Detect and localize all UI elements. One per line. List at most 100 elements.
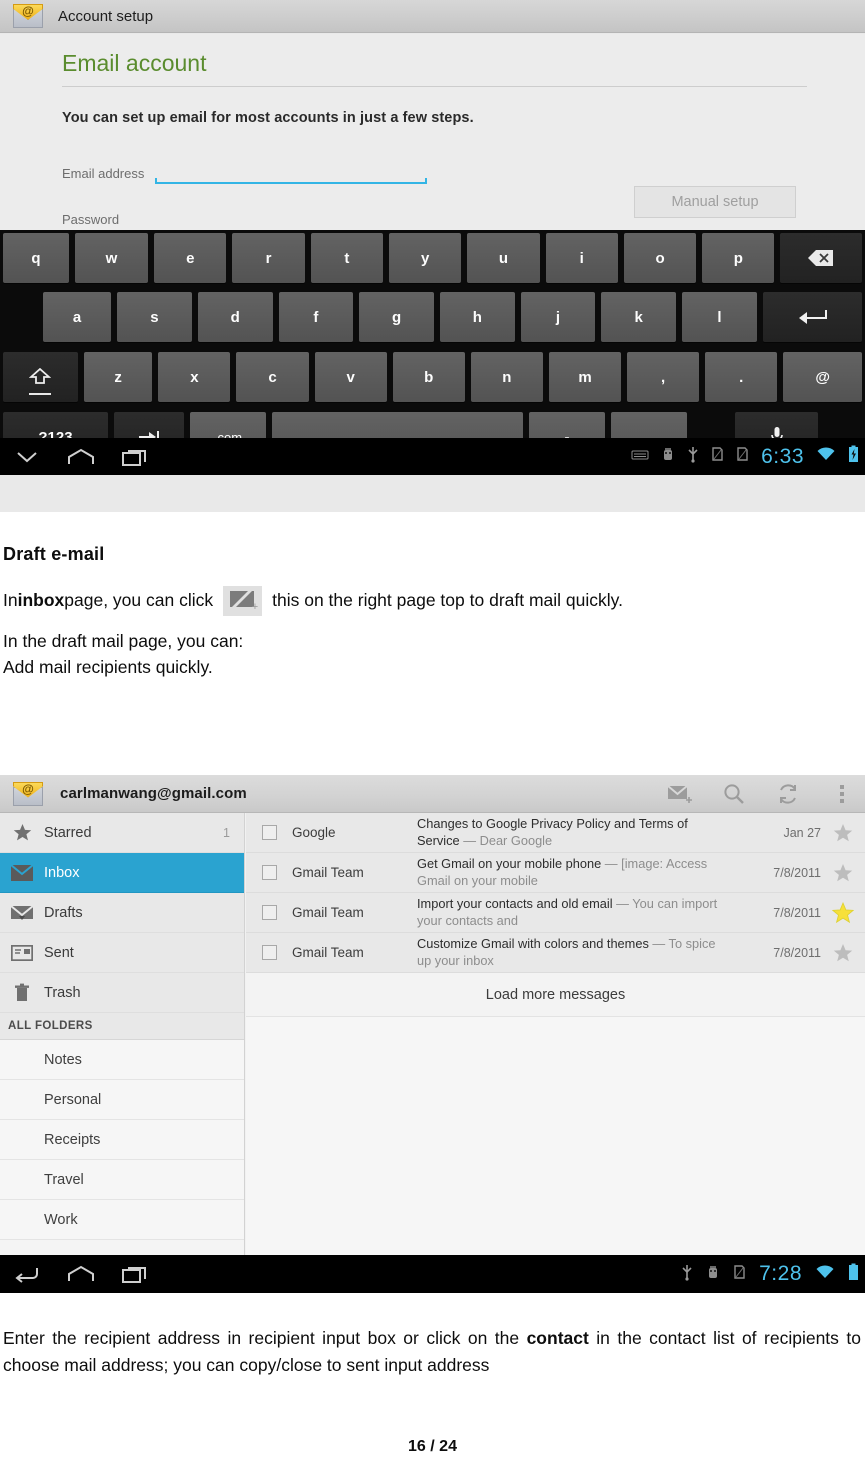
key-a[interactable]: a bbox=[43, 292, 112, 342]
gmail-inbox-screenshot: @ carlmanwang@gmail.com Starred 1 Inbox … bbox=[0, 775, 865, 1293]
recents-icon[interactable] bbox=[108, 447, 162, 467]
sidebar-item-label: Drafts bbox=[44, 904, 83, 921]
line1-text-part3: this on the right page top to draft mail… bbox=[272, 590, 623, 611]
row-snippet: — Dear Google bbox=[463, 832, 553, 848]
android-debug-icon bbox=[661, 446, 675, 467]
usb-icon bbox=[687, 445, 699, 468]
row-star-icon-active[interactable] bbox=[821, 901, 865, 924]
sidebar-item-drafts[interactable]: Drafts bbox=[0, 893, 244, 933]
key-r[interactable]: r bbox=[232, 233, 305, 283]
key-q[interactable]: q bbox=[3, 233, 69, 283]
recents-icon[interactable] bbox=[108, 1264, 162, 1284]
row-subject-text: Customize Gmail with colors and themes bbox=[417, 936, 649, 952]
sidebar-item-count: 1 bbox=[223, 825, 230, 840]
home-icon[interactable] bbox=[54, 448, 108, 466]
key-i[interactable]: i bbox=[545, 233, 618, 283]
usb-icon bbox=[681, 1263, 693, 1286]
backspace-key[interactable] bbox=[780, 233, 862, 283]
key-y[interactable]: y bbox=[389, 233, 462, 283]
overflow-menu-icon[interactable] bbox=[829, 781, 855, 807]
search-icon[interactable] bbox=[721, 781, 747, 807]
sidebar-folder-notes[interactable]: Notes bbox=[0, 1040, 244, 1080]
row-star-icon[interactable] bbox=[821, 823, 865, 843]
wifi-icon bbox=[815, 1264, 835, 1285]
key-d[interactable]: d bbox=[197, 292, 273, 342]
row-sender: Gmail Team bbox=[292, 945, 364, 960]
table-row[interactable]: Gmail Team Get Gmail on your mobile phon… bbox=[246, 853, 865, 893]
key-j[interactable]: j bbox=[520, 292, 596, 342]
key-f[interactable]: f bbox=[278, 292, 354, 342]
sdcard-icon bbox=[733, 1264, 746, 1285]
sdcard-icon bbox=[736, 446, 749, 467]
account-setup-titlebar: @ Account setup bbox=[0, 0, 865, 33]
table-row[interactable]: Gmail Team Import your contacts and old … bbox=[246, 893, 865, 933]
key-v[interactable]: v bbox=[314, 352, 387, 402]
draft-email-line-3: Add mail recipients quickly. bbox=[3, 656, 213, 677]
key-u[interactable]: u bbox=[467, 233, 540, 283]
row-checkbox[interactable] bbox=[246, 865, 292, 880]
key-l[interactable]: l bbox=[682, 292, 757, 342]
key-x[interactable]: x bbox=[158, 352, 231, 402]
key-z[interactable]: z bbox=[83, 352, 153, 402]
row-subject-text: Changes to Google Privacy Policy and Ter… bbox=[417, 816, 688, 848]
key-m[interactable]: m bbox=[548, 352, 622, 402]
table-row[interactable]: Google Changes to Google Privacy Policy … bbox=[246, 813, 865, 853]
sdcard-icon bbox=[711, 446, 724, 467]
battery-charging-icon bbox=[848, 445, 859, 468]
key-h[interactable]: h bbox=[439, 292, 515, 342]
android-debug-icon bbox=[706, 1264, 720, 1285]
refresh-icon[interactable] bbox=[775, 781, 801, 807]
sidebar-folder-work[interactable]: Work bbox=[0, 1200, 244, 1240]
key-n[interactable]: n bbox=[470, 352, 543, 402]
hide-keyboard-icon[interactable] bbox=[0, 450, 54, 464]
key-w[interactable]: w bbox=[74, 233, 149, 283]
row-date: 7/8/2011 bbox=[773, 905, 821, 920]
load-more-messages-button[interactable]: Load more messages bbox=[246, 973, 865, 1017]
key-s[interactable]: s bbox=[117, 292, 192, 342]
key-period[interactable]: . bbox=[705, 352, 778, 402]
key-t[interactable]: t bbox=[310, 233, 383, 283]
enter-key[interactable] bbox=[762, 292, 863, 342]
key-o[interactable]: o bbox=[623, 233, 697, 283]
sidebar-folder-receipts[interactable]: Receipts bbox=[0, 1120, 244, 1160]
key-k[interactable]: k bbox=[601, 292, 677, 342]
gmail-action-bar bbox=[667, 775, 855, 813]
back-icon[interactable] bbox=[0, 1265, 54, 1283]
row-subject: Customize Gmail with colors and themes —… bbox=[417, 936, 739, 969]
android-soft-keyboard[interactable]: q w e r t y u i o p a s d f g h j k l z … bbox=[0, 230, 865, 475]
compose-mail-icon[interactable] bbox=[667, 781, 693, 807]
recipient-section: Enter the recipient address in recipient… bbox=[3, 1325, 861, 1379]
manual-setup-button[interactable]: Manual setup bbox=[634, 186, 796, 218]
key-b[interactable]: b bbox=[392, 352, 465, 402]
key-e[interactable]: e bbox=[154, 233, 227, 283]
key-at[interactable]: @ bbox=[783, 352, 863, 402]
key-g[interactable]: g bbox=[359, 292, 434, 342]
sidebar-item-trash[interactable]: Trash bbox=[0, 973, 244, 1013]
row-checkbox[interactable] bbox=[246, 905, 292, 920]
gmail-statusbar: 7:28 bbox=[681, 1255, 859, 1293]
status-clock: 6:33 bbox=[761, 444, 804, 468]
sidebar-item-starred[interactable]: Starred 1 bbox=[0, 813, 244, 853]
sidebar-folder-travel[interactable]: Travel bbox=[0, 1160, 244, 1200]
trash-icon bbox=[0, 983, 44, 1003]
row-checkbox[interactable] bbox=[246, 945, 292, 960]
key-p[interactable]: p bbox=[702, 233, 775, 283]
sidebar-item-label: Starred bbox=[44, 824, 92, 841]
sidebar-item-inbox[interactable]: Inbox bbox=[0, 853, 244, 893]
row-subject-text: Import your contacts and old email bbox=[417, 896, 613, 912]
email-address-input[interactable] bbox=[155, 178, 427, 184]
sidebar-folder-personal[interactable]: Personal bbox=[0, 1080, 244, 1120]
row-star-icon[interactable] bbox=[821, 943, 865, 963]
sidebar-item-label: Trash bbox=[44, 984, 81, 1001]
key-c[interactable]: c bbox=[236, 352, 309, 402]
compose-mail-icon: + bbox=[223, 586, 263, 616]
row-star-icon[interactable] bbox=[821, 863, 865, 883]
sidebar-item-label: Sent bbox=[44, 944, 74, 961]
table-row[interactable]: Gmail Team Customize Gmail with colors a… bbox=[246, 933, 865, 973]
shift-key[interactable] bbox=[3, 352, 78, 402]
row-checkbox[interactable] bbox=[246, 825, 292, 840]
sidebar-item-sent[interactable]: Sent bbox=[0, 933, 244, 973]
key-comma[interactable]: , bbox=[627, 352, 700, 402]
home-icon[interactable] bbox=[54, 1265, 108, 1283]
keyboard-row-2: a s d f g h j k l bbox=[0, 292, 865, 346]
